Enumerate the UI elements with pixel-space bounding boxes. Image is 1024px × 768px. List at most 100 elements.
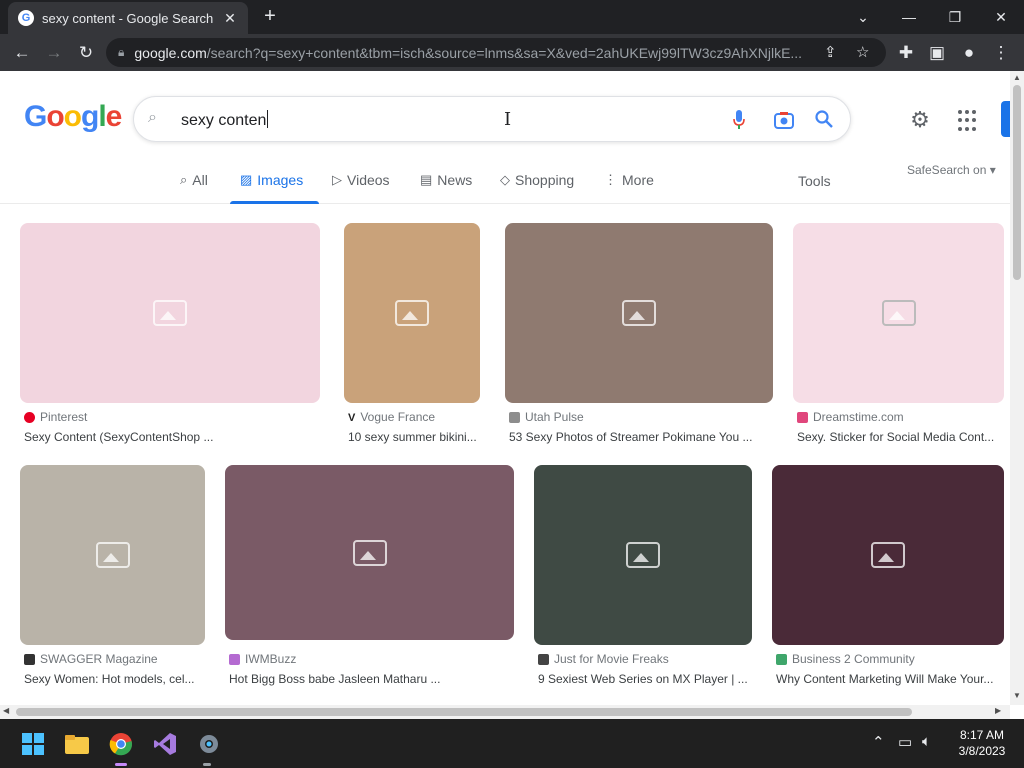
result-image-placeholder[interactable]: [793, 223, 1004, 403]
tools-button[interactable]: Tools: [798, 173, 831, 189]
result-source[interactable]: V Vogue France: [348, 410, 435, 424]
result-source[interactable]: IWMBuzz: [229, 652, 296, 666]
tab-search-dropdown-icon[interactable]: ⌄: [840, 0, 886, 34]
result-image-placeholder[interactable]: [20, 465, 205, 645]
news-icon: ▤: [420, 172, 433, 187]
search-icon: ⌕: [180, 172, 188, 187]
result-source[interactable]: Utah Pulse: [509, 410, 584, 424]
scroll-down-arrow-icon[interactable]: ▼: [1013, 691, 1021, 700]
extensions-puzzle-icon[interactable]: ✚: [893, 40, 919, 66]
iwmbuzz-favicon-icon: [229, 653, 240, 665]
settings-running-indicator: [203, 763, 211, 766]
search-tabs: ⌕ All ▨ Images ▷ Videos ▤ News ◇ Shopping ⋮ Mo…: [0, 160, 1010, 204]
system-clock[interactable]: 8:17 AM 3/8/2023: [952, 727, 1012, 759]
result-image-placeholder[interactable]: [505, 223, 773, 403]
chrome-menu-icon[interactable]: ⋮: [988, 40, 1014, 66]
minimize-button[interactable]: —: [886, 0, 932, 34]
visual-studio-icon[interactable]: [152, 731, 178, 757]
tab-title: sexy content - Google Search: [42, 10, 214, 26]
tab-all[interactable]: ⌕ All: [180, 172, 208, 188]
result-caption[interactable]: 9 Sexiest Web Series on MX Player | ...: [538, 672, 756, 686]
search-icon: ⌕: [148, 109, 157, 126]
pinterest-favicon-icon: [24, 411, 35, 423]
side-panel-icon[interactable]: ▣: [924, 40, 950, 66]
google-doodle-logo[interactable]: Google: [24, 100, 122, 134]
image-icon: ▨: [240, 172, 253, 187]
settings-app-icon[interactable]: [196, 731, 222, 757]
safesearch-toggle[interactable]: SafeSearch on ▾: [907, 163, 996, 177]
movie-freaks-favicon-icon: [538, 653, 549, 665]
browser-tab[interactable]: G sexy content - Google Search ✕: [8, 2, 248, 34]
clock-date: 3/8/2023: [958, 744, 1006, 758]
result-caption[interactable]: Sexy. Sticker for Social Media Cont...: [797, 430, 1008, 444]
tab-images[interactable]: ▨ Images: [240, 172, 303, 188]
lens-camera-icon[interactable]: [774, 111, 794, 129]
profile-avatar-icon[interactable]: ●: [956, 40, 982, 66]
result-caption[interactable]: 10 sexy summer bikini...: [348, 430, 488, 444]
display-icon[interactable]: ▭: [898, 733, 912, 751]
scroll-left-arrow-icon[interactable]: ◀: [3, 706, 9, 715]
horizontal-scroll-thumb[interactable]: [16, 708, 912, 716]
google-favicon-icon: G: [18, 10, 34, 26]
result-image-placeholder[interactable]: [344, 223, 480, 403]
bookmark-star-icon[interactable]: ☆: [856, 43, 869, 61]
scroll-up-arrow-icon[interactable]: ▲: [1013, 73, 1021, 82]
browser-toolbar: ← → ↻ 🔒︎ google.com/search?q=sexy+conten…: [0, 34, 1024, 71]
settings-gear-icon[interactable]: ⚙: [907, 107, 933, 133]
vertical-scrollbar[interactable]: ▲ ▼: [1010, 71, 1024, 705]
new-tab-button[interactable]: +: [258, 6, 282, 28]
active-tab-indicator: [230, 201, 319, 204]
search-input[interactable]: sexy conten: [181, 110, 268, 130]
result-source[interactable]: Pinterest: [24, 410, 87, 424]
show-hidden-icons-chevron-icon[interactable]: ⌃: [872, 733, 885, 751]
tab-close-icon[interactable]: ✕: [222, 10, 238, 27]
lock-icon: 🔒︎: [118, 45, 125, 59]
swagger-favicon-icon: [24, 653, 35, 665]
close-window-button[interactable]: ✕: [978, 0, 1024, 34]
volume-icon[interactable]: 🔈︎: [922, 733, 931, 750]
result-caption[interactable]: Sexy Women: Hot models, cel...: [24, 672, 209, 686]
tab-shopping[interactable]: ◇ Shopping: [500, 172, 574, 188]
chrome-active-indicator: [115, 763, 127, 766]
forward-arrow-icon[interactable]: →: [41, 40, 67, 66]
windows-start-icon[interactable]: [20, 731, 46, 757]
reload-icon[interactable]: ↻: [73, 40, 99, 66]
b2c-favicon-icon: [776, 653, 787, 665]
address-bar[interactable]: 🔒︎ google.com/search?q=sexy+content&tbm=…: [106, 38, 886, 67]
back-arrow-icon[interactable]: ←: [9, 40, 35, 66]
result-source[interactable]: Just for Movie Freaks: [538, 652, 669, 666]
chrome-taskbar-icon[interactable]: [108, 731, 134, 757]
result-source[interactable]: Dreamstime.com: [797, 410, 904, 424]
tab-more[interactable]: ⋮ More: [604, 172, 654, 188]
result-image-placeholder[interactable]: [534, 465, 752, 645]
scroll-right-arrow-icon[interactable]: ▶: [995, 706, 1001, 715]
result-caption[interactable]: Why Content Marketing Will Make Your...: [776, 672, 1008, 686]
tab-videos[interactable]: ▷ Videos: [332, 172, 390, 188]
share-icon[interactable]: ⇪: [824, 43, 837, 61]
dreamstime-favicon-icon: [797, 411, 808, 423]
result-caption[interactable]: 53 Sexy Photos of Streamer Pokimane You …: [509, 430, 777, 444]
google-apps-icon[interactable]: [958, 110, 980, 132]
result-source[interactable]: SWAGGER Magazine: [24, 652, 158, 666]
result-caption[interactable]: Sexy Content (SexyContentShop ...: [24, 430, 324, 444]
tab-news[interactable]: ▤ News: [420, 172, 472, 188]
voice-search-mic-icon[interactable]: [732, 109, 746, 131]
browser-tab-strip: G sexy content - Google Search ✕ + ⌄ — ❐…: [0, 0, 1024, 34]
text-cursor-icon: I: [504, 109, 512, 130]
file-explorer-icon[interactable]: [64, 731, 90, 757]
search-box[interactable]: ⌕ sexy conten I: [133, 96, 851, 142]
vertical-scroll-thumb[interactable]: [1013, 85, 1021, 280]
result-image-placeholder[interactable]: [772, 465, 1004, 645]
utah-pulse-favicon-icon: [509, 411, 520, 423]
result-source[interactable]: Business 2 Community: [776, 652, 915, 666]
restore-button[interactable]: ❐: [932, 0, 978, 34]
vogue-favicon-icon: V: [348, 411, 356, 424]
result-image-placeholder[interactable]: [20, 223, 320, 403]
tag-icon: ◇: [500, 172, 510, 187]
search-submit-icon[interactable]: [814, 109, 834, 129]
address-url[interactable]: google.com/search?q=sexy+content&tbm=isc…: [134, 45, 814, 61]
result-image-placeholder[interactable]: [225, 465, 514, 640]
horizontal-scrollbar[interactable]: ◀ ▶: [0, 705, 1010, 719]
result-caption[interactable]: Hot Bigg Boss babe Jasleen Matharu ...: [229, 672, 518, 686]
windows-taskbar: ⌃ ▭ 🔈︎ 8:17 AM 3/8/2023: [0, 719, 1024, 768]
